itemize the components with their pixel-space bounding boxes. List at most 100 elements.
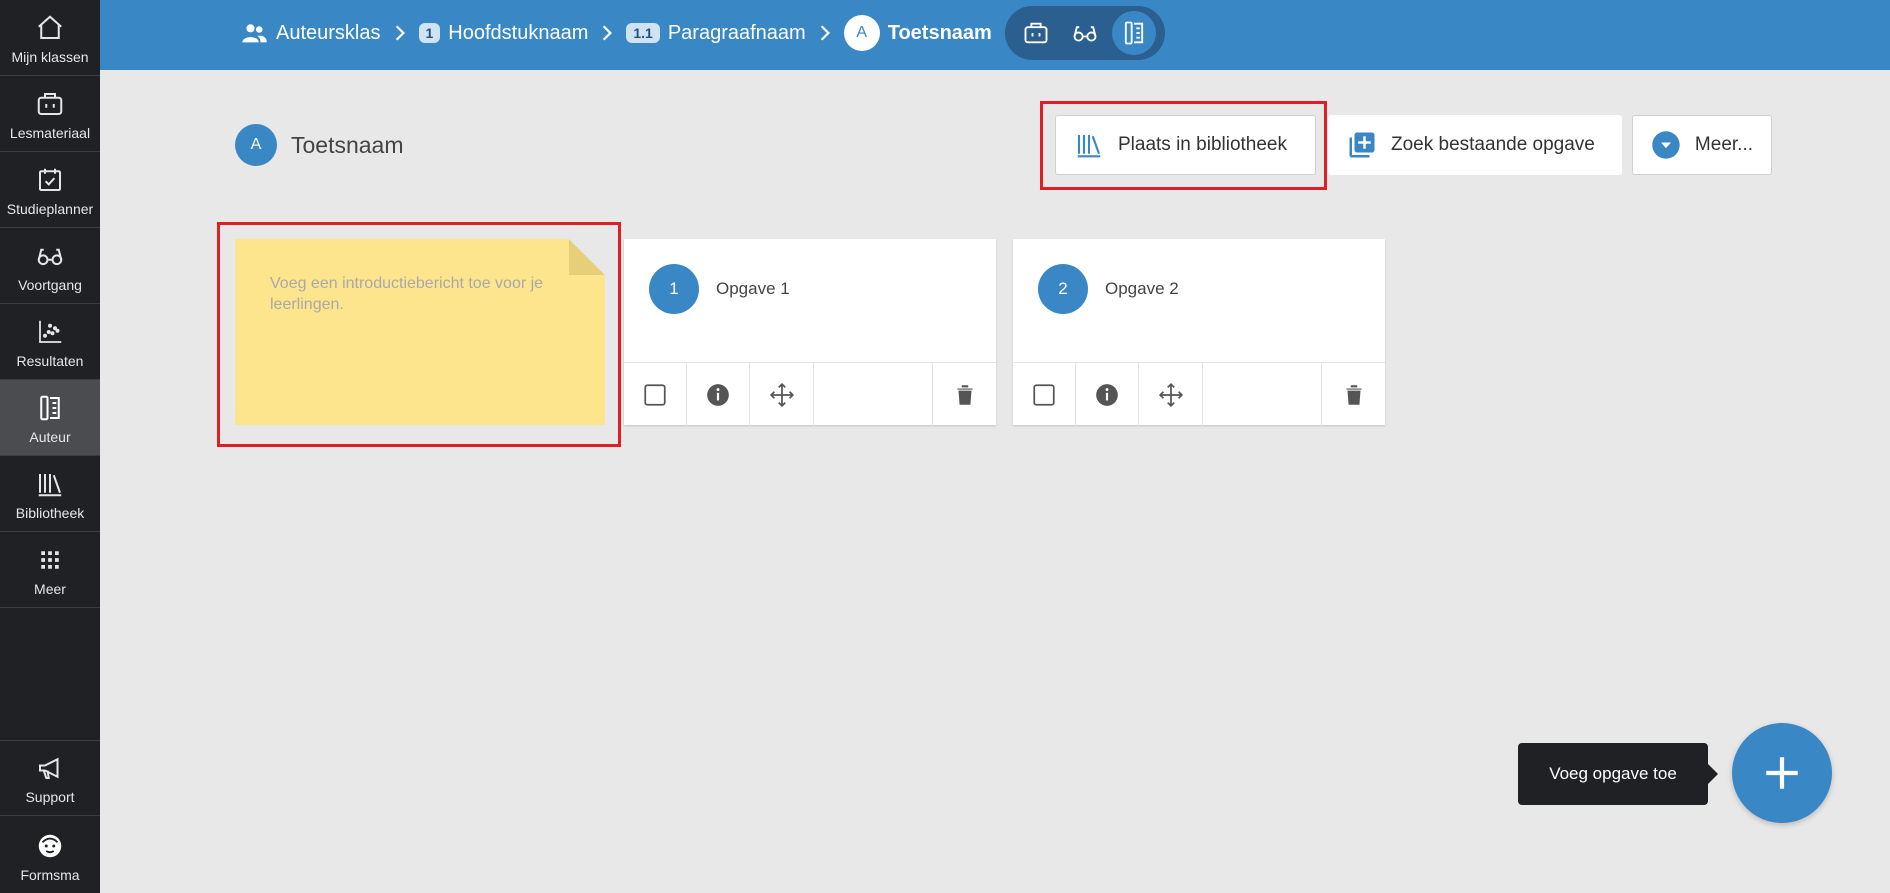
breadcrumb-test[interactable]: A Toetsnaam bbox=[843, 15, 992, 51]
sidebar-item-label: Voortgang bbox=[18, 277, 82, 293]
sidebar-item-bibliotheek[interactable]: Bibliotheek bbox=[0, 456, 100, 532]
trash-icon bbox=[956, 384, 973, 405]
sidebar: Mijn klassen Lesmateriaal Studieplanner … bbox=[0, 0, 100, 893]
search-existing-task-label: Zoek bestaande opgave bbox=[1391, 134, 1595, 155]
breadcrumb-class-label: Auteursklas bbox=[276, 21, 381, 44]
trash-icon bbox=[1345, 384, 1362, 405]
info-button[interactable] bbox=[1076, 363, 1139, 426]
task-card[interactable]: 1 Opgave 1 bbox=[624, 239, 996, 426]
sidebar-item-meer[interactable]: Meer bbox=[0, 532, 100, 608]
search-existing-task-button[interactable]: Zoek bestaande opgave bbox=[1328, 115, 1622, 175]
note-fold bbox=[569, 239, 605, 275]
author-edit-icon bbox=[1125, 21, 1144, 45]
more-button-label: Meer... bbox=[1694, 134, 1753, 155]
intro-note-placeholder: Voeg een introductiebericht toe voor je … bbox=[270, 275, 544, 313]
add-task-button[interactable] bbox=[1732, 723, 1832, 823]
breadcrumb-separator bbox=[588, 24, 626, 42]
library-icon bbox=[38, 474, 62, 497]
mode-switcher bbox=[1005, 6, 1165, 60]
info-icon bbox=[707, 383, 729, 406]
sidebar-item-studieplanner[interactable]: Studieplanner bbox=[0, 152, 100, 228]
breadcrumb-paragraph[interactable]: 1.1 Paragraafnaam bbox=[626, 21, 806, 45]
task-toolbar bbox=[1013, 362, 1385, 426]
mode-auteur-button[interactable] bbox=[1112, 11, 1157, 55]
user-avatar-icon bbox=[38, 834, 62, 858]
megaphone-icon bbox=[39, 757, 59, 779]
info-button[interactable] bbox=[687, 363, 750, 426]
chevron-right-icon bbox=[820, 25, 830, 41]
add-task-tooltip: Voeg opgave toe bbox=[1518, 743, 1718, 805]
chapter-number-badge: 1 bbox=[418, 23, 441, 43]
sidebar-item-label: Lesmateriaal bbox=[9, 125, 91, 141]
checkbox-icon bbox=[644, 383, 666, 406]
select-checkbox[interactable] bbox=[1013, 363, 1076, 426]
chevron-right-icon bbox=[395, 25, 405, 41]
task-number-badge: 2 bbox=[1038, 264, 1088, 314]
briefcase-icon bbox=[37, 93, 63, 115]
sidebar-item-label: Studieplanner bbox=[6, 201, 94, 217]
breadcrumb-paragraph-label: Paragraafnaam bbox=[667, 21, 806, 44]
select-checkbox[interactable] bbox=[624, 363, 687, 426]
checkbox-icon bbox=[1033, 383, 1055, 406]
sidebar-item-mijn-klassen[interactable]: Mijn klassen bbox=[0, 0, 100, 76]
task-card[interactable]: 2 Opgave 2 bbox=[1013, 239, 1385, 426]
breadcrumb-test-label: Toetsnaam bbox=[887, 21, 992, 44]
breadcrumb-separator bbox=[806, 24, 844, 42]
home-icon bbox=[38, 15, 62, 39]
place-in-library-button[interactable]: Plaats in bibliotheek bbox=[1055, 115, 1316, 175]
sidebar-item-label: Formsma bbox=[20, 867, 80, 883]
users-icon bbox=[242, 24, 267, 43]
library-icon bbox=[1077, 135, 1101, 158]
mode-voortgang-button[interactable] bbox=[1063, 11, 1107, 55]
sidebar-item-profile[interactable]: Formsma bbox=[0, 817, 100, 893]
sidebar-item-resultaten[interactable]: Resultaten bbox=[0, 304, 100, 380]
grid-icon bbox=[41, 551, 59, 569]
mode-lesmateriaal-button[interactable] bbox=[1014, 11, 1058, 55]
chevron-down-circle-icon bbox=[1652, 131, 1680, 159]
breadcrumb-chapter[interactable]: 1 Hoofdstuknaam bbox=[418, 21, 589, 45]
glasses-icon bbox=[37, 248, 63, 266]
test-avatar: A bbox=[235, 124, 277, 166]
page-title: A Toetsnaam bbox=[235, 124, 404, 166]
plus-icon bbox=[1766, 757, 1798, 789]
sidebar-item-label: Meer bbox=[34, 581, 66, 597]
chevron-right-icon bbox=[603, 25, 613, 41]
place-in-library-label: Plaats in bibliotheek bbox=[1118, 134, 1287, 155]
calendar-check-icon bbox=[39, 168, 61, 191]
move-icon bbox=[1158, 382, 1183, 407]
sidebar-item-voortgang[interactable]: Voortgang bbox=[0, 228, 100, 304]
add-to-library-icon bbox=[1349, 132, 1375, 158]
sidebar-item-support[interactable]: Support bbox=[0, 740, 100, 816]
task-number-badge: 1 bbox=[649, 264, 699, 314]
scatter-chart-icon bbox=[39, 320, 62, 343]
glasses-icon bbox=[1073, 26, 1097, 42]
briefcase-icon bbox=[1024, 22, 1048, 44]
breadcrumb: Auteursklas 1 Hoofdstuknaam 1.1 Paragraa… bbox=[240, 0, 992, 66]
sidebar-item-label: Support bbox=[25, 789, 75, 805]
move-handle[interactable] bbox=[750, 363, 814, 426]
intro-note[interactable]: Voeg een introductiebericht toe voor je … bbox=[235, 239, 605, 425]
test-letter-badge: A bbox=[843, 15, 880, 51]
sidebar-item-auteur[interactable]: Auteur bbox=[0, 380, 100, 456]
info-icon bbox=[1096, 383, 1118, 406]
sidebar-item-label: Mijn klassen bbox=[11, 49, 89, 65]
top-bar: Auteursklas 1 Hoofdstuknaam 1.1 Paragraa… bbox=[100, 0, 1890, 70]
breadcrumb-chapter-label: Hoofdstuknaam bbox=[448, 21, 589, 44]
breadcrumb-class[interactable]: Auteursklas bbox=[240, 19, 381, 47]
sidebar-item-lesmateriaal[interactable]: Lesmateriaal bbox=[0, 76, 100, 152]
sidebar-item-label: Bibliotheek bbox=[15, 505, 85, 521]
move-icon bbox=[769, 382, 794, 407]
delete-button[interactable] bbox=[932, 363, 996, 426]
task-title: Opgave 2 bbox=[1105, 279, 1179, 298]
author-edit-icon bbox=[40, 395, 60, 421]
sidebar-item-label: Auteur bbox=[29, 429, 71, 445]
task-title: Opgave 1 bbox=[716, 279, 790, 298]
page-title-text: Toetsnaam bbox=[291, 131, 404, 158]
task-toolbar bbox=[624, 362, 996, 426]
more-button[interactable]: Meer... bbox=[1632, 115, 1772, 175]
paragraph-number-badge: 1.1 bbox=[626, 23, 660, 43]
breadcrumb-separator bbox=[381, 24, 419, 42]
sidebar-item-label: Resultaten bbox=[16, 353, 84, 369]
delete-button[interactable] bbox=[1321, 363, 1385, 426]
move-handle[interactable] bbox=[1139, 363, 1203, 426]
